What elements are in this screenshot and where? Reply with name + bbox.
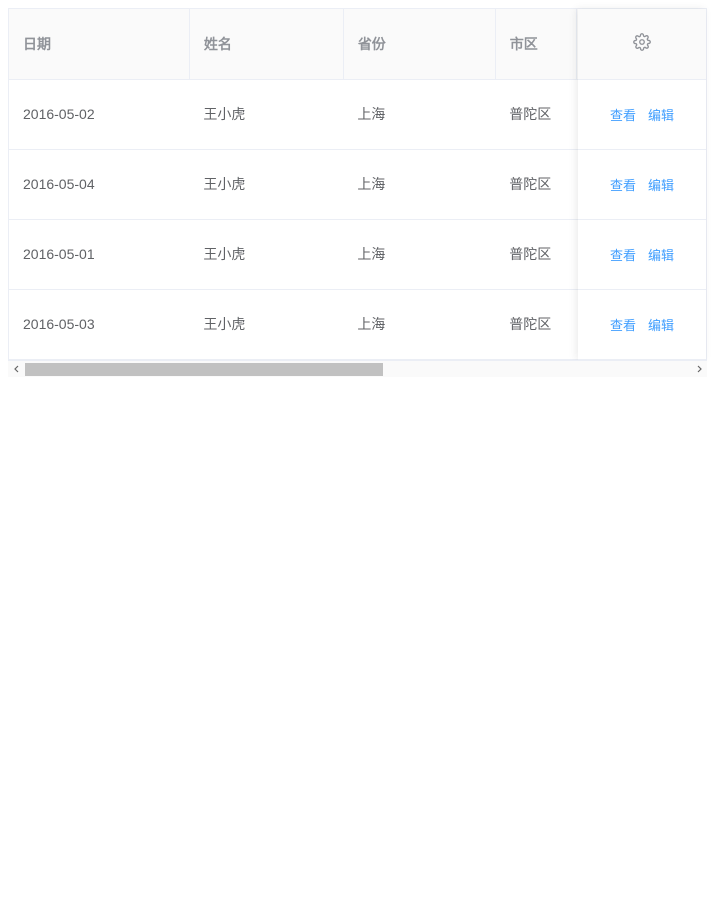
cell-date: 2016-05-03: [9, 289, 189, 359]
actions-cell: 查看 编辑: [578, 79, 706, 149]
edit-button[interactable]: 编辑: [644, 175, 678, 194]
scroll-left-arrow-icon[interactable]: [8, 360, 25, 377]
cell-name: 王小虎: [189, 289, 343, 359]
cell-city: 普陀区: [495, 219, 576, 289]
cell-city: 普陀区: [495, 289, 576, 359]
column-header-province: 省份: [343, 9, 495, 79]
view-button[interactable]: 查看: [606, 245, 640, 264]
actions-cell: 查看 编辑: [578, 219, 706, 289]
cell-province: 上海: [343, 79, 495, 149]
scrollbar-thumb[interactable]: [25, 363, 383, 376]
column-header-name: 姓名: [189, 9, 343, 79]
view-button[interactable]: 查看: [606, 315, 640, 334]
edit-button[interactable]: 编辑: [644, 245, 678, 264]
cell-date: 2016-05-02: [9, 79, 189, 149]
gear-icon: [633, 33, 651, 51]
edit-button[interactable]: 编辑: [644, 315, 678, 334]
actions-header: [578, 9, 706, 79]
scroll-right-arrow-icon[interactable]: [690, 360, 707, 377]
cell-city: 普陀区: [495, 149, 576, 219]
fixed-actions-column: 查看 编辑 查看 编辑 查看 编辑: [578, 9, 706, 360]
cell-date: 2016-05-01: [9, 219, 189, 289]
column-header-city: 市区: [495, 9, 576, 79]
cell-province: 上海: [343, 289, 495, 359]
cell-name: 王小虎: [189, 149, 343, 219]
edit-button[interactable]: 编辑: [644, 105, 678, 124]
view-button[interactable]: 查看: [606, 175, 640, 194]
horizontal-scrollbar[interactable]: [8, 360, 707, 377]
cell-date: 2016-05-04: [9, 149, 189, 219]
data-table: 日期 姓名 省份 市区 2016-05-02 王小虎 上海 普陀区 2016-0…: [8, 8, 707, 360]
cell-province: 上海: [343, 219, 495, 289]
view-button[interactable]: 查看: [606, 105, 640, 124]
cell-name: 王小虎: [189, 79, 343, 149]
cell-city: 普陀区: [495, 79, 576, 149]
cell-name: 王小虎: [189, 219, 343, 289]
actions-cell: 查看 编辑: [578, 289, 706, 359]
cell-province: 上海: [343, 149, 495, 219]
actions-cell: 查看 编辑: [578, 149, 706, 219]
column-header-date: 日期: [9, 9, 189, 79]
